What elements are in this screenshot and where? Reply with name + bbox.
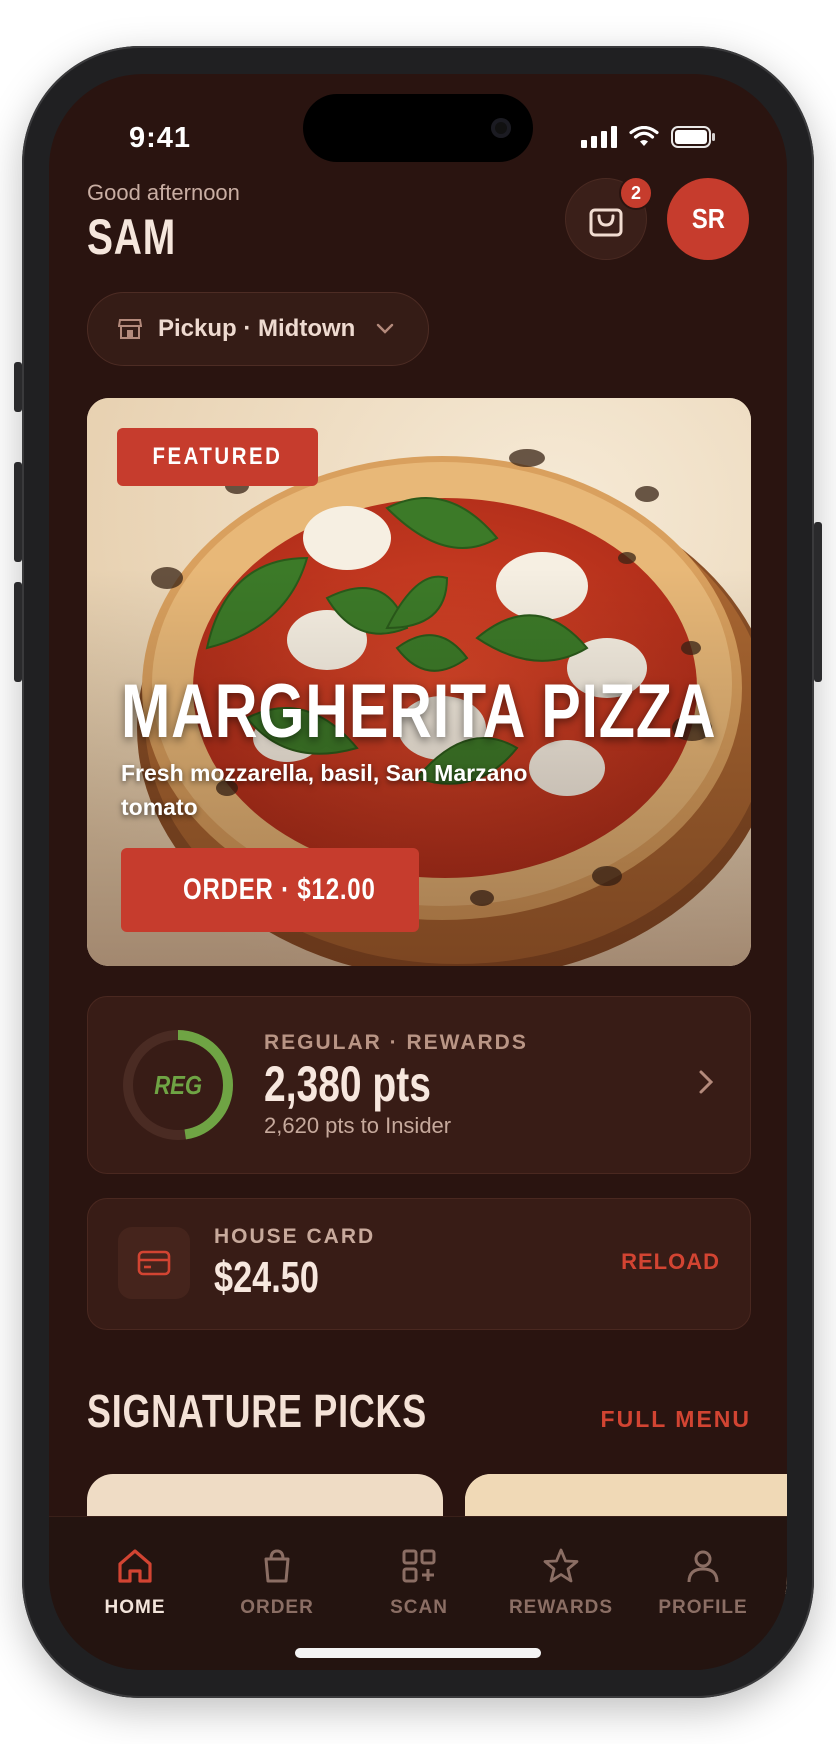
tab-scan[interactable]: SCAN bbox=[349, 1547, 489, 1619]
featured-title: MARGHERITA PIZZA bbox=[121, 669, 717, 754]
chevron-right-icon bbox=[699, 1070, 714, 1094]
shopping-bag-icon bbox=[589, 208, 623, 237]
rewards-points: 2,380 pts bbox=[264, 1056, 431, 1112]
rewards-card[interactable]: REG REGULAR · REWARDS 2,380 pts 2,620 pt… bbox=[87, 996, 751, 1174]
person-icon bbox=[687, 1550, 719, 1583]
bag-icon bbox=[264, 1549, 290, 1583]
credit-card-icon bbox=[137, 1250, 171, 1276]
status-icons bbox=[581, 126, 717, 148]
featured-description: Fresh mozzarella, basil, San Marzano tom… bbox=[121, 760, 528, 820]
tab-order[interactable]: ORDER bbox=[207, 1547, 347, 1619]
mute-switch bbox=[14, 362, 22, 412]
status-time: 9:41 bbox=[129, 122, 192, 154]
house-card[interactable]: HOUSE CARD $24.50 RELOAD bbox=[87, 1198, 751, 1330]
power-button bbox=[814, 522, 822, 682]
featured-card[interactable]: FEATURED MARGHERITA PIZZA Fresh mozzarel… bbox=[87, 398, 751, 966]
reload-button[interactable]: RELOAD bbox=[621, 1249, 720, 1275]
location-selector[interactable]: Pickup · Midtown bbox=[87, 292, 429, 366]
chevron-down-icon bbox=[377, 323, 394, 334]
battery-icon bbox=[671, 126, 715, 148]
store-icon bbox=[118, 319, 142, 339]
location-label: Pickup · Midtown bbox=[158, 315, 356, 342]
home-icon bbox=[118, 1549, 152, 1583]
wifi-icon bbox=[629, 126, 659, 146]
house-card-balance: $24.50 bbox=[214, 1253, 319, 1302]
avatar-initials: SR bbox=[691, 203, 725, 234]
full-menu-link[interactable]: FULL MENU bbox=[601, 1406, 751, 1433]
dynamic-island bbox=[303, 94, 533, 162]
cart-count-badge: 2 bbox=[619, 176, 653, 210]
signature-picks-title: SIGNATURE PICKS bbox=[87, 1385, 427, 1437]
tab-profile-label: PROFILE bbox=[658, 1597, 748, 1618]
avatar[interactable]: SR bbox=[667, 178, 749, 260]
tab-rewards[interactable]: REWARDS bbox=[491, 1547, 631, 1619]
volume-up-button bbox=[14, 462, 22, 562]
rewards-next-tier: 2,620 pts to Insider bbox=[264, 1113, 452, 1138]
featured-badge: FEATURED bbox=[117, 428, 318, 486]
app-screen: 9:41 Good afternoon SAM 2 SR Pickup · Mi… bbox=[49, 74, 787, 1670]
card-icon-tile bbox=[118, 1227, 190, 1299]
tab-home-label: HOME bbox=[104, 1597, 166, 1618]
tier-badge-label: REG bbox=[154, 1069, 202, 1100]
bottom-tab-bar: HOME ORDER SCAN REWARDS PROFILE bbox=[49, 1516, 787, 1670]
scan-icon bbox=[402, 1549, 436, 1583]
star-icon bbox=[543, 1548, 579, 1583]
order-button[interactable]: ORDER · $12.00 bbox=[121, 848, 419, 932]
greeting-text: Good afternoon bbox=[87, 180, 240, 205]
tab-home[interactable]: HOME bbox=[65, 1547, 205, 1619]
order-button-label: ORDER · $12.00 bbox=[183, 873, 376, 906]
tab-order-label: ORDER bbox=[240, 1597, 314, 1618]
featured-badge-label: FEATURED bbox=[152, 443, 283, 470]
tab-profile[interactable]: PROFILE bbox=[633, 1547, 773, 1619]
signal-icon bbox=[581, 126, 617, 148]
volume-down-button bbox=[14, 582, 22, 682]
tab-rewards-label: REWARDS bbox=[508, 1597, 614, 1618]
rewards-tier-label: REGULAR · REWARDS bbox=[264, 1031, 528, 1054]
house-card-label: HOUSE CARD bbox=[214, 1225, 376, 1248]
home-indicator[interactable] bbox=[295, 1648, 541, 1658]
tab-scan-label: SCAN bbox=[390, 1597, 448, 1618]
tier-badge: REG bbox=[122, 1029, 234, 1141]
user-name: SAM bbox=[87, 209, 177, 265]
